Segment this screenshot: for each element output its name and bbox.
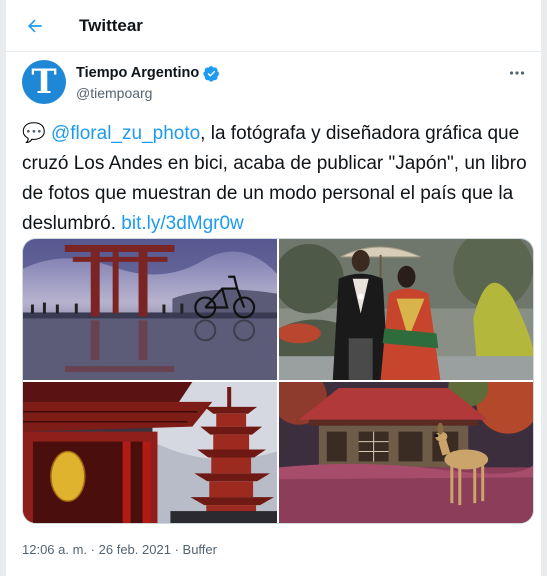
meta-separator: ·: [174, 542, 179, 557]
author-name: Tiempo Argentino: [76, 65, 200, 81]
more-dots-icon: [509, 71, 525, 75]
avatar[interactable]: T: [22, 60, 66, 104]
arrow-left-icon: [28, 19, 42, 33]
more-options-button[interactable]: [505, 64, 529, 82]
tweet-meta: 12:06 a. m. · 26 feb. 2021 · Buffer: [22, 542, 217, 557]
page-title: Twittear: [79, 16, 143, 35]
tweet-source: Buffer: [182, 542, 217, 557]
speech-bubble-emoji-icon: 💬: [22, 123, 46, 144]
top-bar: Twittear: [6, 0, 541, 52]
wedding-couple-photo[interactable]: [279, 239, 533, 380]
author-handle[interactable]: @tiempoarg: [76, 85, 220, 101]
mention-link[interactable]: @floral_zu_photo: [51, 123, 200, 144]
avatar-letter: T: [31, 62, 57, 102]
tweet-text: 💬 @floral_zu_photo, la fotógrafa y diseñ…: [22, 119, 527, 239]
deer-autumn-photo[interactable]: [279, 382, 533, 523]
tweet-card: Twittear T Tiempo Argentino @tiempoarg 💬…: [5, 0, 542, 576]
meta-separator: ·: [90, 542, 96, 557]
temple-pagoda-photo[interactable]: [23, 382, 277, 523]
media-grid: [22, 238, 534, 524]
external-link[interactable]: bit.ly/3dMgr0w: [121, 213, 244, 234]
author-name-link[interactable]: Tiempo Argentino: [76, 65, 220, 82]
tweet-date[interactable]: 26 feb. 2021: [99, 542, 171, 557]
back-button[interactable]: [20, 11, 50, 41]
tweet-time[interactable]: 12:06 a. m.: [22, 542, 87, 557]
verified-badge-icon: [203, 65, 220, 82]
torii-bicycle-photo[interactable]: [23, 239, 277, 380]
author-block: Tiempo Argentino @tiempoarg: [76, 64, 220, 101]
